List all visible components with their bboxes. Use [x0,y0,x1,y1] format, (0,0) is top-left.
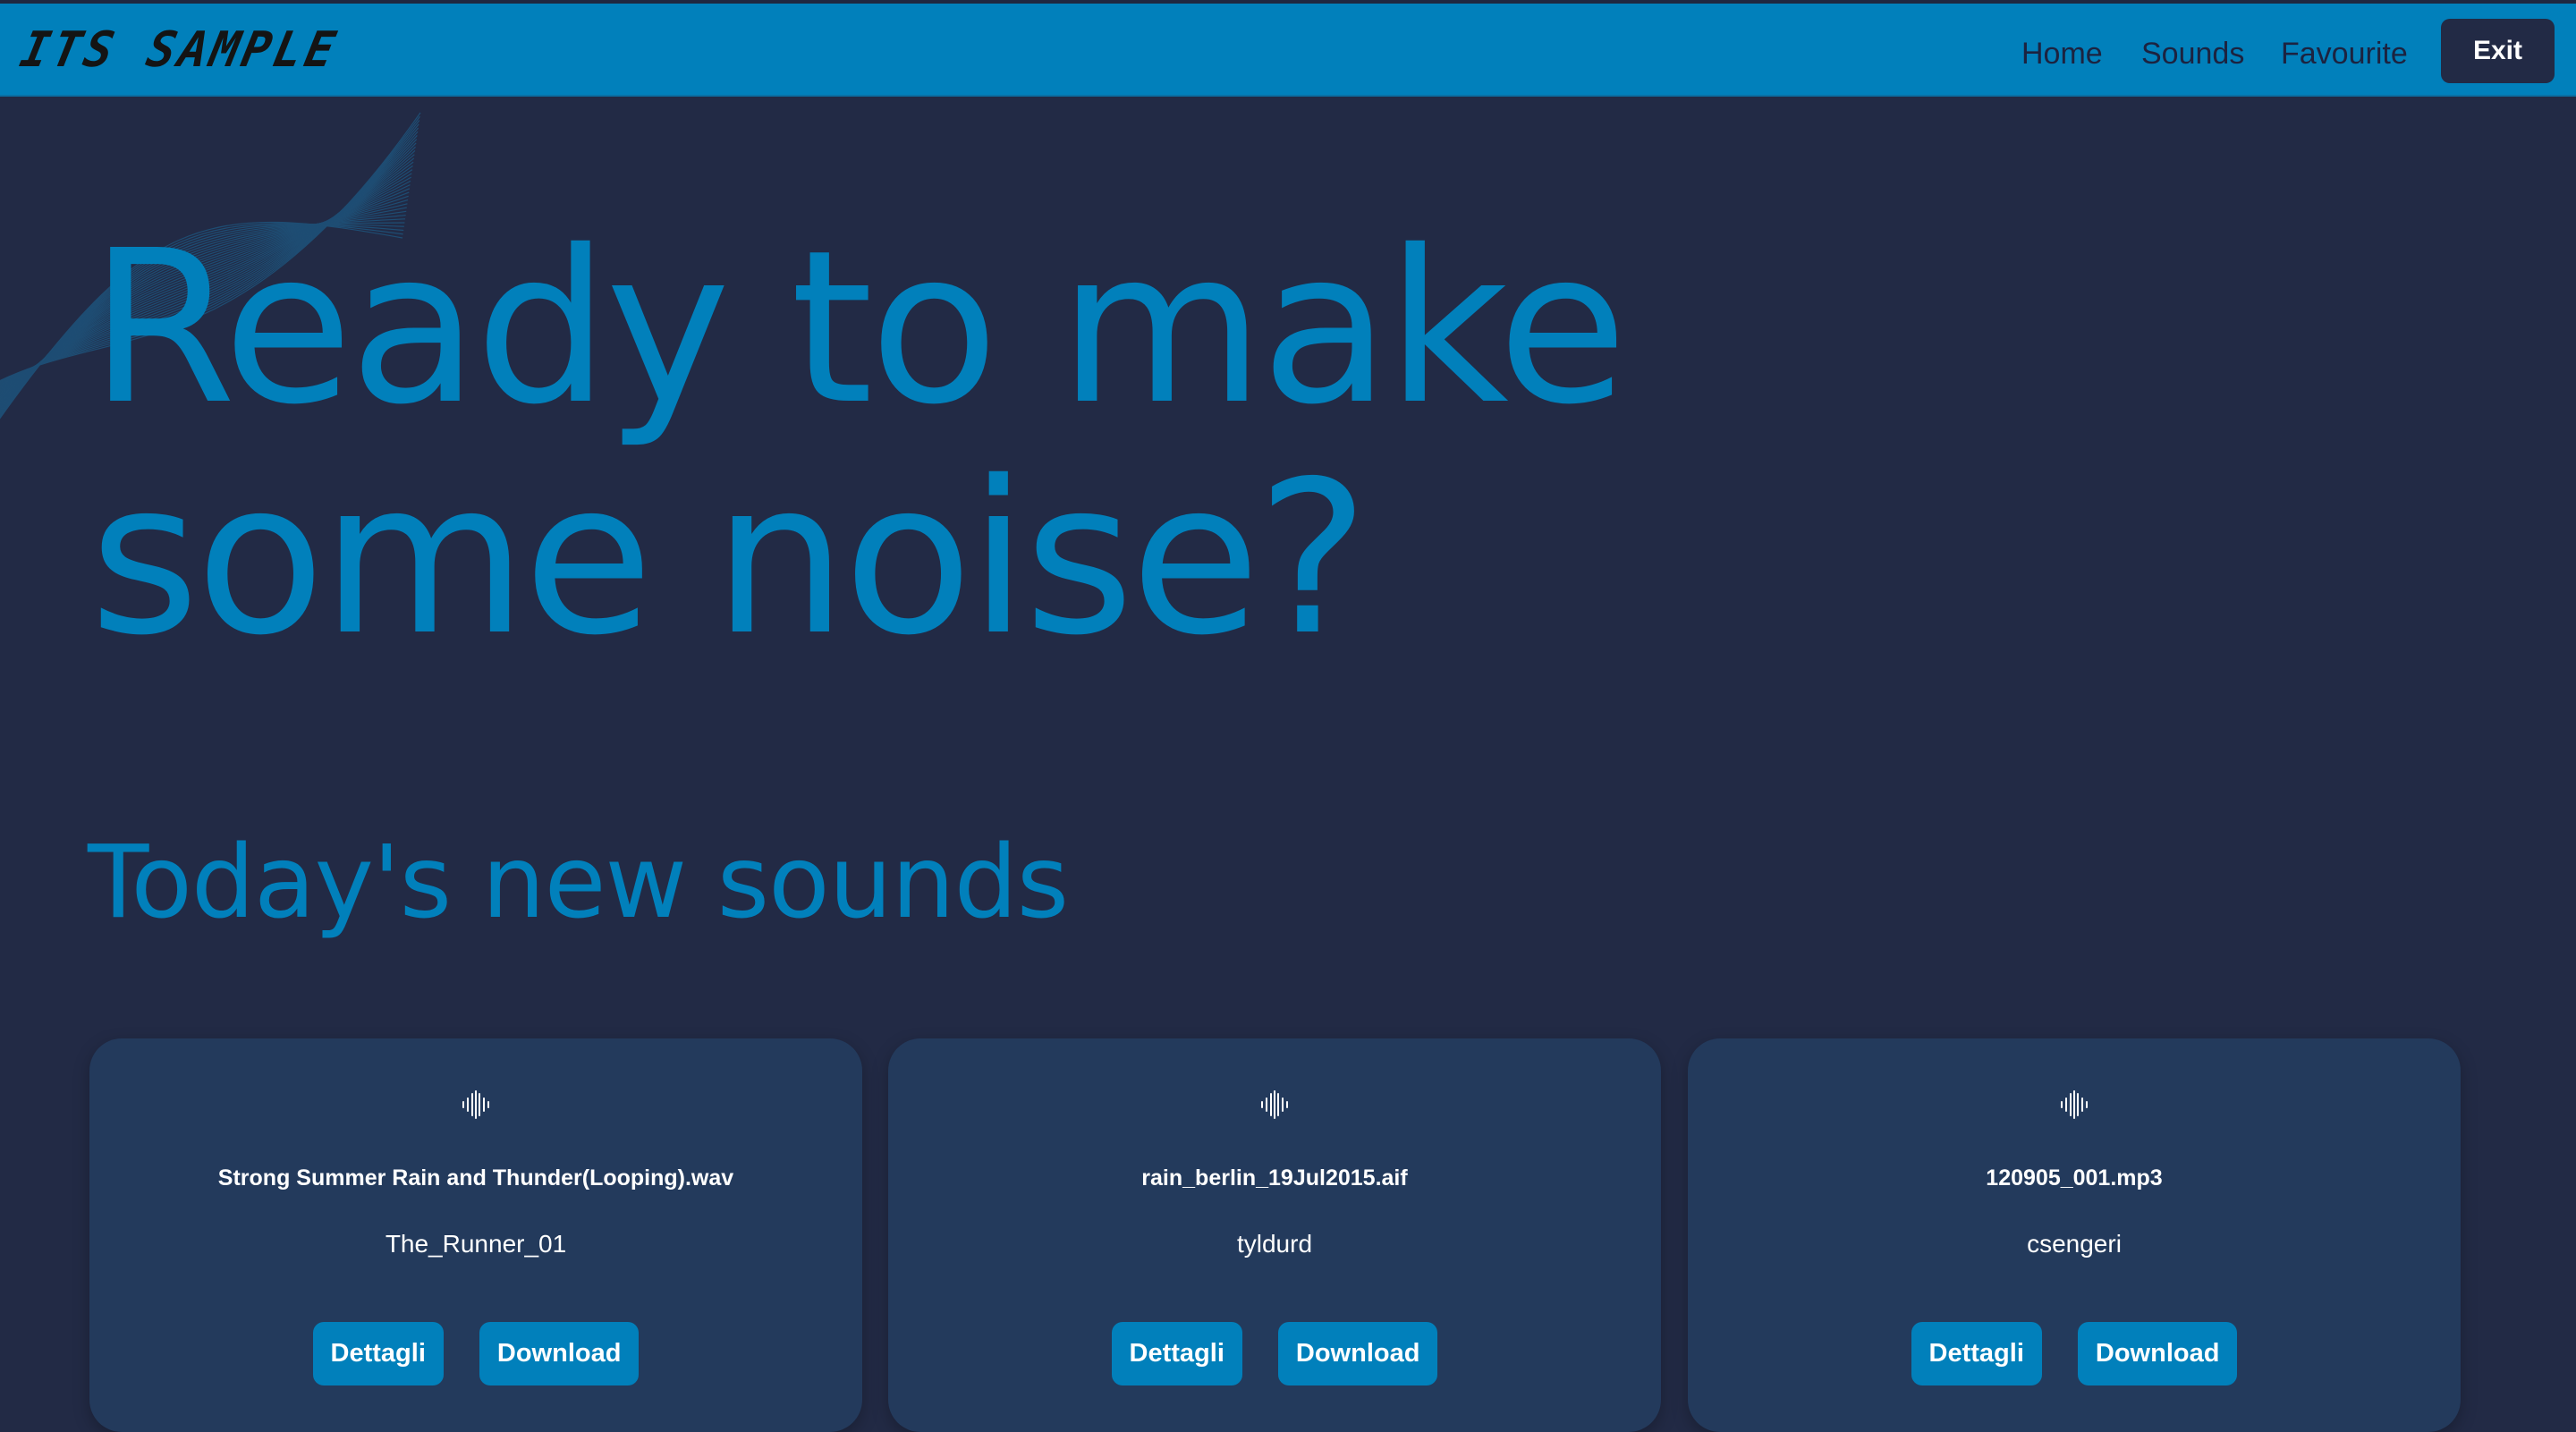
download-button[interactable]: Download [2077,1322,2238,1385]
details-button[interactable]: Dettagli [1911,1322,2042,1385]
sound-author: csengeri [2027,1230,2122,1258]
waveform-icon [462,1090,489,1119]
waveform-icon [1261,1090,1288,1119]
nav-link-favourite[interactable]: Favourite [2281,36,2408,72]
card-actions: Dettagli Download [89,1322,862,1385]
details-button[interactable]: Dettagli [312,1322,444,1385]
hero-title: Ready to make some noise? [89,205,1628,682]
nav-link-home[interactable]: Home [2021,36,2103,72]
sound-author: The_Runner_01 [385,1230,567,1258]
sound-file-name: rain_berlin_19Jul2015.aif [1141,1165,1408,1191]
download-button[interactable]: Download [1277,1322,1438,1385]
waveform-icon [2061,1090,2088,1119]
sound-file-name: Strong Summer Rain and Thunder(Looping).… [217,1165,734,1191]
download-button[interactable]: Download [479,1322,640,1385]
sound-author: tyldurd [1236,1230,1313,1258]
card-actions: Dettagli Download [888,1322,1661,1385]
sound-card: 120905_001.mp3 csengeri Dettagli Downloa… [1688,1038,2461,1432]
navbar: ITS SAMPLE Home Sounds Favourite Exit [0,4,2576,97]
sound-card: rain_berlin_19Jul2015.aif tyldurd Dettag… [888,1038,1661,1432]
section-title: Today's new sounds [88,825,1069,941]
nav-link-sounds[interactable]: Sounds [2141,36,2244,72]
site-logo[interactable]: ITS SAMPLE [15,22,343,79]
sound-card: Strong Summer Rain and Thunder(Looping).… [89,1038,862,1432]
card-actions: Dettagli Download [1688,1322,2461,1385]
details-button[interactable]: Dettagli [1111,1322,1242,1385]
sound-file-name: 120905_001.mp3 [1986,1165,2163,1191]
exit-button[interactable]: Exit [2441,19,2555,83]
